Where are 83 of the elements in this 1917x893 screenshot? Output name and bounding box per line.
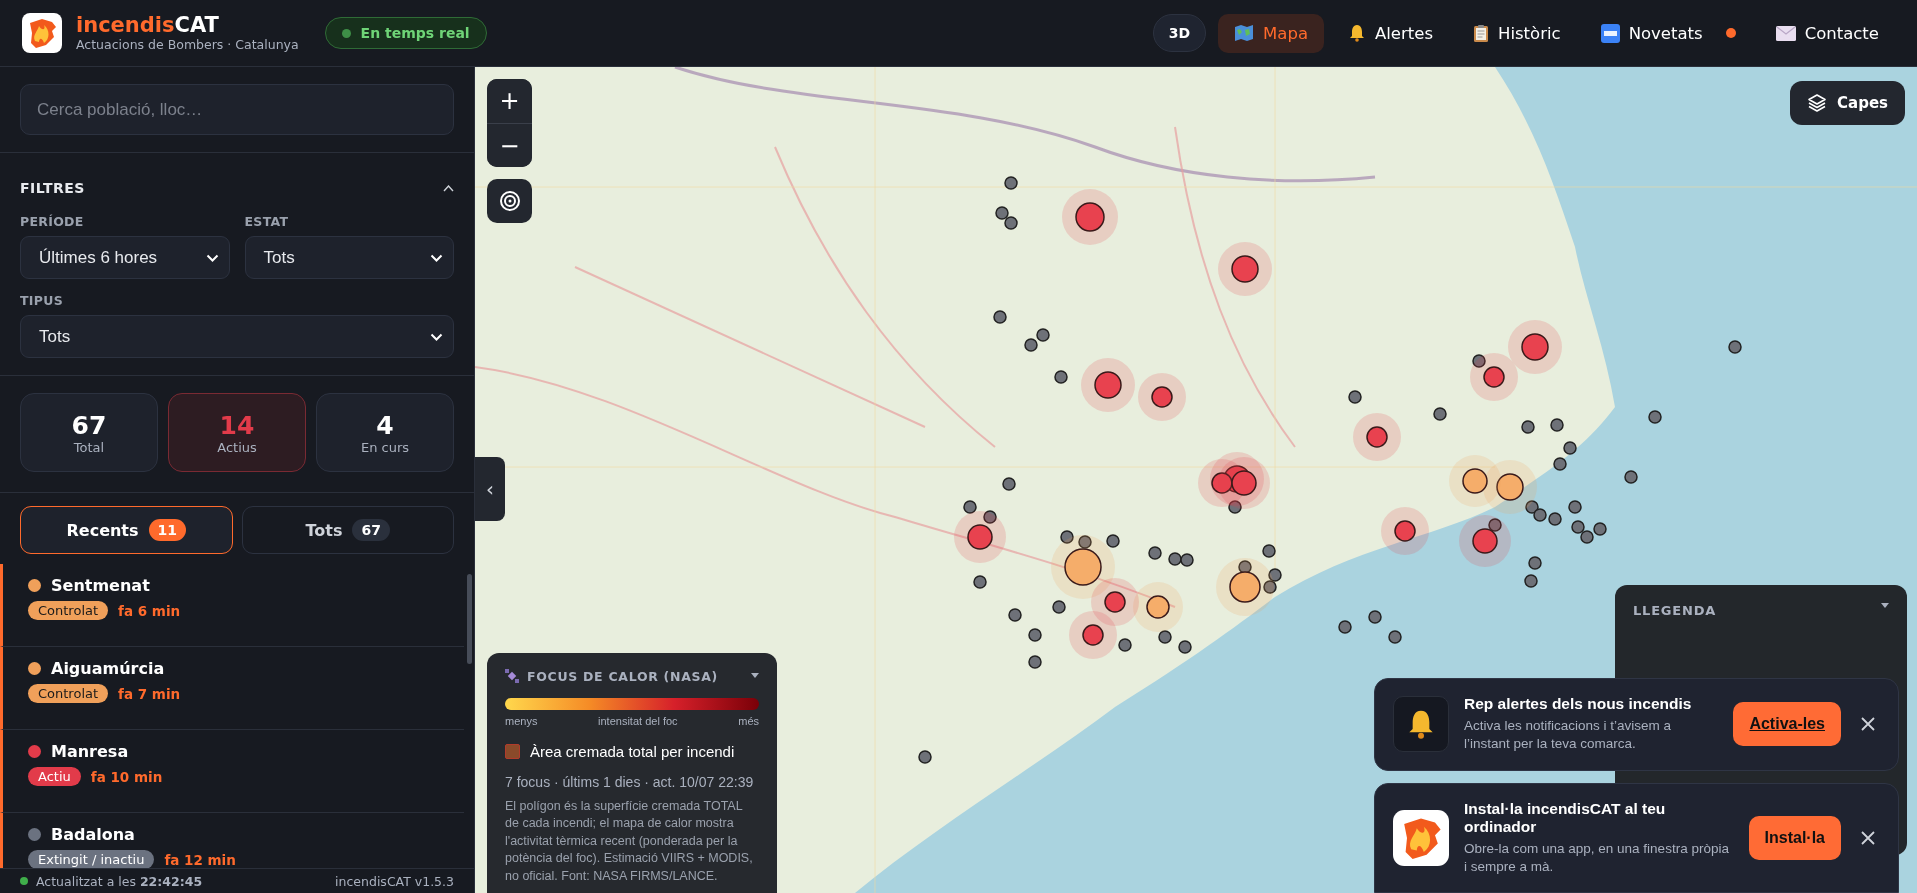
filters-heading: FILTRES [20, 180, 85, 196]
search-field[interactable]: Cerca població, lloc… [20, 84, 454, 135]
filter-label: TIPUS [20, 293, 64, 308]
nav-tab[interactable]: Històric [1457, 13, 1577, 53]
locate-button[interactable] [487, 179, 532, 223]
incident-time: fa 7 min [118, 685, 181, 702]
chevron-down-icon [205, 253, 219, 262]
incident-row[interactable]: Sentmenat Controlat fa 6 min [0, 564, 464, 647]
list-tab[interactable]: Tots 67 [241, 506, 454, 554]
zoom-out-button[interactable]: − [487, 123, 532, 167]
chevron-down-icon [430, 332, 443, 341]
dropdown-caret-icon[interactable] [1881, 603, 1889, 609]
nav-tab[interactable]: Novetats [1584, 13, 1752, 53]
incident-name: Manresa [51, 742, 129, 761]
notification-text: Activa les notificacions i t’avisem a l’instant per la teva comarca. [1464, 717, 1673, 754]
hotspot-summary: 7 focus · últims 1 dies · act. 10/07 22:39 [505, 772, 755, 792]
chevron-down-icon [430, 253, 443, 262]
bell-icon [1348, 24, 1366, 42]
incident-name: Aiguamúrcia [51, 659, 165, 678]
incident-row[interactable]: Manresa Actiu fa 10 min [0, 730, 464, 813]
burned-area-swatch [505, 743, 520, 759]
status-badge: Actiu [28, 767, 81, 786]
notification-title: Rep alertes dels nous incendis [1464, 695, 1693, 714]
target-icon [498, 190, 521, 212]
version-text: incendisCAT v1.5.3 [335, 873, 454, 889]
status-badge: Extingit / inactiu [28, 850, 155, 868]
panel-note: El polígon és la superfície cremada TOTAL de cada incendi; el mapa de calor mostra l'activitat tèrmica recent (ponderada per la potència del foc). Estimació VIIRS + MODIS, no oficial. Font: NASA FIRMS/LANCE. [505, 797, 754, 885]
count-badge: 67 [352, 519, 390, 541]
list-tab[interactable]: Recents 11 [20, 506, 233, 554]
nav-tab[interactable]: Mapa [1218, 13, 1324, 53]
legend-title: LLEGENDA [1633, 603, 1717, 618]
action-button[interactable]: Activa-les [1733, 702, 1841, 747]
incident-name: Sentmenat [51, 576, 150, 595]
stat-label: Total [73, 439, 105, 455]
stat-value: 4 [376, 410, 394, 440]
incident-time: fa 12 min [164, 851, 236, 868]
filter-dropdown[interactable]: Tots [244, 236, 454, 279]
status-dot [20, 877, 28, 885]
incident-row[interactable]: Badalona Extingit / inactiu fa 12 min [0, 813, 464, 868]
close-icon [1860, 829, 1876, 846]
close-icon [1860, 716, 1876, 733]
incident-name: Badalona [51, 825, 135, 844]
stat-value: 14 [219, 410, 255, 440]
filter-label: ESTAT [244, 214, 290, 229]
clipboard-icon [1473, 23, 1490, 43]
live-badge: En temps real [324, 17, 487, 49]
collapse-caret-icon[interactable] [443, 184, 454, 192]
action-button[interactable]: Instal·la [1748, 815, 1841, 860]
panel-title: FOCUS DE CALOR (NASA) [527, 668, 719, 684]
stat-label: Actius [217, 439, 257, 455]
notification-text: Obre-la com una app, en una finestra pròpia i sempre a mà. [1464, 839, 1730, 876]
status-badge: Controlat [28, 684, 109, 703]
layers-button[interactable]: Capes [1790, 81, 1905, 125]
status-badge: Controlat [28, 601, 109, 620]
stat-label: En curs [360, 439, 410, 455]
nav-tab[interactable]: Contacte [1759, 13, 1895, 53]
map-icon [1234, 24, 1255, 42]
filter-label: PERÍODE [20, 214, 85, 229]
new-icon [1600, 23, 1620, 43]
collapse-sidebar-button[interactable]: ‹ [475, 457, 505, 521]
scale-label: menys [505, 714, 538, 727]
envelope-icon [1775, 25, 1796, 41]
incident-time: fa 10 min [90, 768, 163, 785]
notification-title: Instal·la incendisCAT al teu ordinador [1464, 799, 1667, 836]
satellite-icon [505, 669, 519, 684]
app-subtitle: Actuacions de Bombers · Catalunya [76, 37, 299, 53]
last-update-text: Actualitzat a les 22:42:45 [36, 873, 203, 889]
layers-icon [1807, 93, 1827, 113]
logo-icon [1393, 809, 1449, 866]
scale-label: intensitat del foc [598, 714, 678, 727]
logo-icon [22, 13, 62, 53]
incident-row[interactable]: Aiguamúrcia Controlat fa 7 min [0, 647, 464, 730]
legend-item-label: Àrea cremada total per incendi [530, 742, 735, 760]
3d-toggle-button[interactable]: 3D [1152, 14, 1207, 52]
filter-dropdown[interactable]: Últimes 6 hores [20, 236, 230, 279]
dropdown-caret-icon[interactable] [751, 673, 759, 680]
filter-dropdown[interactable]: Tots [20, 315, 454, 358]
count-badge: 11 [148, 519, 187, 541]
scale-label: més [738, 714, 759, 727]
incident-time: fa 6 min [118, 602, 181, 619]
app-title: incendisCAT [76, 13, 220, 38]
nav-tab[interactable]: Alertes [1332, 13, 1450, 53]
stat-value: 67 [71, 410, 107, 440]
